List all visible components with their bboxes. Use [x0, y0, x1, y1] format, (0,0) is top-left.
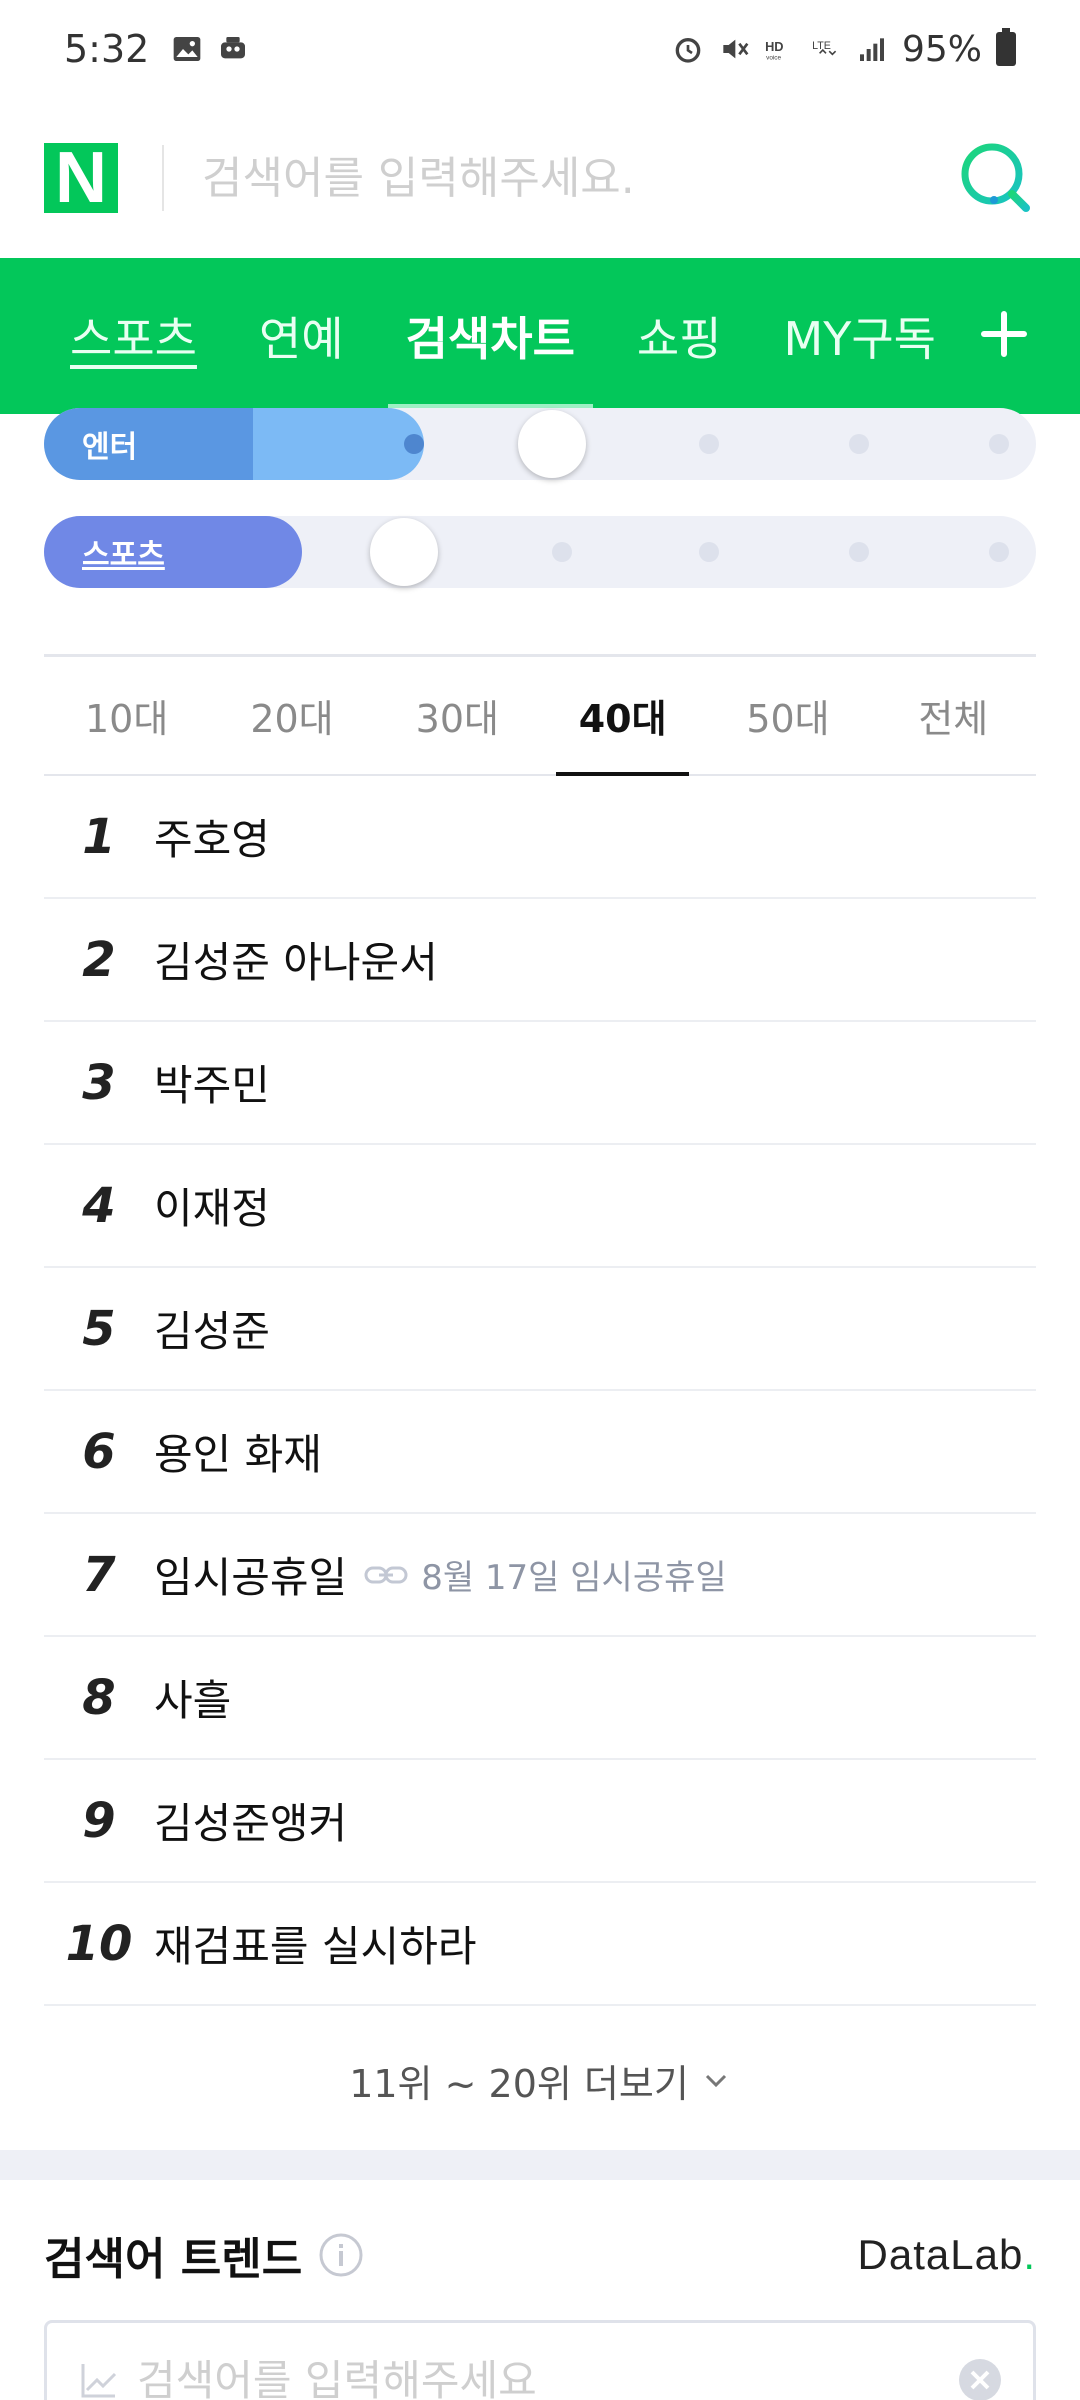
list-item[interactable]: 8 사흘	[44, 1637, 1036, 1760]
category-nav: 스포츠 연예 검색차트 쇼핑 MY구독	[0, 258, 1080, 414]
list-item[interactable]: 2 김성준 아나운서	[44, 899, 1036, 1022]
rank-keyword: 이재정	[154, 1184, 270, 1233]
rank-keyword: 박주민	[154, 1061, 270, 1110]
search-icon[interactable]	[956, 138, 1036, 218]
rank-number: 6	[82, 1423, 116, 1480]
slider-step	[552, 542, 572, 562]
link-icon	[364, 1566, 408, 1583]
slider-step	[849, 434, 869, 454]
lte-icon: LTE	[812, 40, 837, 56]
age-filter-tabs: 10대 20대 30대 40대 50대 전체	[44, 654, 1036, 776]
list-item[interactable]: 10 재검표를 실시하라	[44, 1883, 1036, 2006]
rank-number: 8	[82, 1669, 116, 1726]
slider-step	[699, 434, 719, 454]
sports-slider[interactable]: 스포츠	[44, 516, 1036, 588]
battery-percent: 95%	[901, 28, 982, 70]
slider-label: 엔터	[82, 430, 138, 465]
slider-step	[989, 434, 1009, 454]
rank-keyword: 주호영	[154, 815, 270, 864]
age-tab-50s[interactable]: 50대	[705, 657, 870, 774]
slider-step	[404, 434, 424, 454]
battery-icon	[996, 28, 1016, 66]
age-tab-10s[interactable]: 10대	[44, 657, 209, 774]
trend-search-box	[44, 2320, 1036, 2400]
gallery-icon	[174, 37, 201, 61]
rank-keyword: 용인 화재	[154, 1430, 322, 1479]
alarm-icon	[675, 38, 701, 63]
trend-title: 검색어 트렌드	[44, 2234, 303, 2285]
age-tab-30s[interactable]: 30대	[375, 657, 540, 774]
hd-voice-icon: HDvoice	[765, 39, 783, 62]
search-divider	[162, 145, 164, 211]
svg-text:HD: HD	[765, 39, 783, 54]
list-item[interactable]: 5 김성준	[44, 1268, 1036, 1391]
status-bar: 5:32 HD voice LTE 95%	[0, 0, 1080, 98]
info-icon[interactable]	[318, 2232, 364, 2278]
rank-number: 5	[82, 1300, 116, 1357]
rank-number: 2	[82, 931, 116, 988]
slider-step	[849, 542, 869, 562]
list-item[interactable]: 1 주호영	[44, 776, 1036, 899]
mute-icon	[723, 39, 749, 59]
search-header: N	[0, 98, 1080, 258]
trend-header: 검색어 트렌드 DataLab.	[44, 2180, 1036, 2330]
chevron-down-icon	[705, 2074, 726, 2088]
trend-search-input[interactable]	[137, 2355, 957, 2400]
rank-number: 3	[82, 1054, 116, 1111]
rank-keyword: 임시공휴일	[154, 1553, 348, 1602]
list-item[interactable]: 4 이재정	[44, 1145, 1036, 1268]
svg-text:voice: voice	[766, 55, 781, 62]
age-tab-40s[interactable]: 40대	[540, 657, 705, 776]
section-divider	[0, 2150, 1080, 2180]
slider-knob[interactable]	[370, 518, 438, 586]
add-tab-icon[interactable]	[974, 304, 1034, 364]
datalab-logo[interactable]: DataLab.	[858, 2231, 1036, 2279]
rank-keyword: 김성준 아나운서	[154, 938, 438, 987]
naver-logo[interactable]: N	[44, 142, 118, 214]
clear-icon[interactable]	[957, 2357, 1003, 2400]
tab-shopping[interactable]: 쇼핑	[637, 258, 722, 414]
slider-knob[interactable]	[518, 410, 586, 478]
rank-keyword: 김성준앵커	[154, 1799, 348, 1848]
rank-number: 9	[82, 1792, 116, 1849]
status-time: 5:32	[64, 27, 150, 71]
robot-icon	[221, 37, 246, 59]
tab-entertainment[interactable]: 연예	[259, 258, 344, 414]
list-item[interactable]: 6 용인 화재	[44, 1391, 1036, 1514]
rank-number: 1	[82, 808, 116, 865]
tab-sports[interactable]: 스포츠	[70, 258, 197, 414]
rank-keyword: 김성준	[154, 1307, 270, 1356]
signal-icon	[859, 38, 884, 61]
show-more-button[interactable]: 11위 ~ 20위 더보기	[0, 2010, 1080, 2150]
show-more-label: 11위 ~ 20위 더보기	[349, 2061, 689, 2106]
related-keyword[interactable]: 8월 17일 임시공휴일	[421, 1550, 726, 1599]
list-item[interactable]: 9 김성준앵커	[44, 1760, 1036, 1883]
tab-search-chart[interactable]: 검색차트	[387, 258, 594, 414]
rank-number: 10	[65, 1915, 133, 1972]
slider-label: 스포츠	[82, 538, 165, 573]
list-item[interactable]: 7 임시공휴일 8월 17일 임시공휴일	[44, 1514, 1036, 1637]
age-tab-20s[interactable]: 20대	[209, 657, 374, 774]
slider-step	[989, 542, 1009, 562]
svg-text:LTE: LTE	[812, 40, 831, 52]
rank-keyword: 사흘	[154, 1676, 232, 1725]
age-tab-all[interactable]: 전체	[871, 657, 1036, 774]
search-input[interactable]	[202, 152, 936, 204]
rank-number: 7	[82, 1546, 116, 1603]
tab-my-subscription[interactable]: MY구독	[784, 258, 936, 414]
trend-chart-icon	[81, 2364, 117, 2398]
slider-step	[699, 542, 719, 562]
list-item[interactable]: 3 박주민	[44, 1022, 1036, 1145]
rank-keyword: 재검표를 실시하라	[154, 1922, 477, 1971]
ranking-list: 1 주호영 2 김성준 아나운서 3 박주민 4 이재정 5 김성준 6 용인 …	[44, 776, 1036, 2006]
entertainment-slider[interactable]: 엔터	[44, 408, 1036, 480]
rank-number: 4	[82, 1177, 116, 1234]
